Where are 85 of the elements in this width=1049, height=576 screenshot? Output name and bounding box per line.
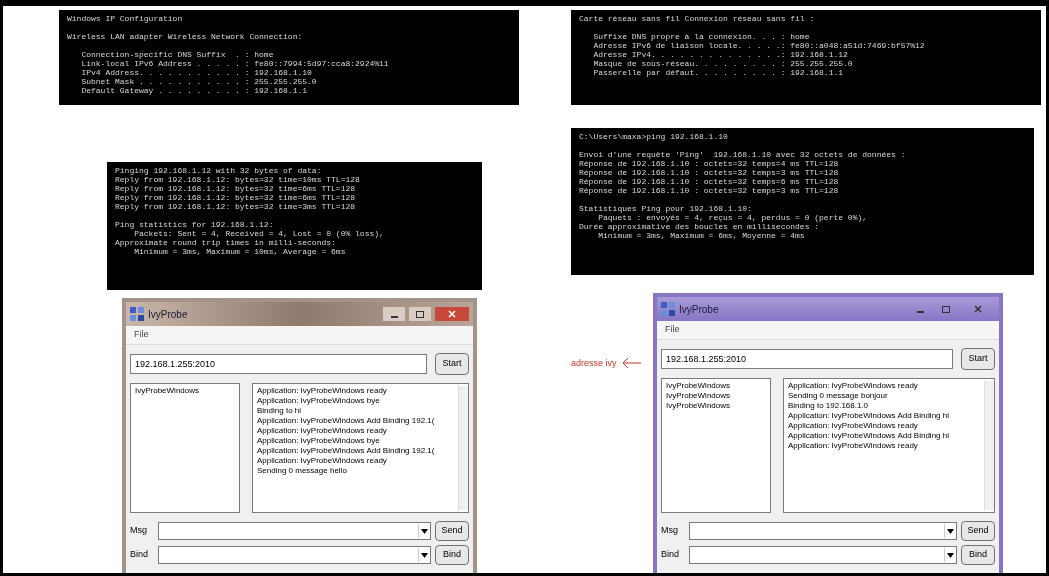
console-line: Reply from 192.168.1.12: bytes=32 time=6ms TTL=128 <box>115 184 357 193</box>
console-line: Passerelle par défaut. . . . . . . . . : 192.168.1.1 <box>592 68 845 77</box>
log-line: Application: IvyProbeWindows ready <box>257 425 388 436</box>
combo-box[interactable] <box>158 522 431 540</box>
console-line: Ping statistics for 192.168.1.12: <box>115 220 275 229</box>
log-line: Sending 0 message bonjour <box>788 390 889 401</box>
dropdown-arrow-icon[interactable] <box>418 548 430 562</box>
dropdown-arrow-icon[interactable] <box>944 524 956 538</box>
console-line: Reply from 192.168.1.12: bytes=32 time=6ms TTL=128 <box>115 193 357 202</box>
field-label: Bind <box>661 548 680 562</box>
log-line: Application: IvyProbeWindows ready <box>257 455 388 466</box>
log-line: Sending 0 message hello <box>257 465 348 476</box>
console-line: Carte réseau sans fil Connexion réseau sans fil : <box>579 14 816 23</box>
log-line: Application: IvyProbeWindows Add Binding hi <box>788 410 950 421</box>
console-line: Packets: Sent = 4, Received = 4, Lost = 0 (0% loss), <box>133 229 385 238</box>
app-logo-icon <box>661 302 675 316</box>
start-button[interactable]: Start <box>961 347 995 370</box>
agent-item[interactable]: IvyProbeWindows <box>666 390 766 401</box>
agent-item[interactable]: IvyProbeWindows <box>666 380 766 391</box>
combo-box[interactable] <box>158 546 431 564</box>
console-line: Minimum = 3ms, Maximum = 10ms, Average = 6ms <box>133 247 347 256</box>
app-logo-icon <box>130 307 144 321</box>
console-line: C:\Users\maxa>ping 192.168.1.10 <box>579 132 729 141</box>
log-line: Application: IvyProbeWindows ready <box>788 440 919 451</box>
console-line: IPv4 Address. . . . . . . . . . . : 192.168.1.10 <box>80 68 313 77</box>
console-line: Wireless LAN adapter Wireless Network Connection: <box>67 32 304 41</box>
console-line: Reply from 192.168.1.12: bytes=32 time=3ms TTL=128 <box>115 202 357 211</box>
console-line: Windows IP Configuration <box>67 14 184 23</box>
console-line: Réponse de 192.168.1.10 : octets=32 temps=3 ms TTL=128 <box>579 168 840 177</box>
field-label: Bind <box>130 548 149 562</box>
log-line: Application: IvyProbeWindows bye <box>257 395 381 406</box>
console-line: Réponse de 192.168.1.10 : octets=32 temps=4 ms TTL=128 <box>579 159 840 168</box>
console-line: Minimum = 3ms, Maximum = 6ms, Moyenne = 4ms <box>597 231 806 240</box>
scrollbar[interactable] <box>984 380 994 510</box>
log-line: Binding to hi <box>257 405 303 416</box>
console-line: Default Gateway . . . . . . . . . : 192.168.1.1 <box>80 86 309 95</box>
maximize-icon[interactable] <box>409 307 431 321</box>
menu-item[interactable]: File <box>130 328 153 342</box>
log-line: Application: IvyProbeWindows ready <box>257 385 388 396</box>
console-line: Link-local IPv6 Address . . . . . : fe80::7994:5d97:cca8:2924%11 <box>80 59 390 68</box>
log-line: Application: IvyProbeWindows ready <box>788 420 919 431</box>
action-button[interactable]: Send <box>435 521 469 541</box>
console-line: Suffixe DNS propre à la connexion. . . : home <box>592 32 811 41</box>
action-button[interactable]: Bind <box>961 545 995 565</box>
console-line: Envoi d'une requête 'Ping' 192.168.1.10 avec 32 octets de données : <box>579 150 907 159</box>
combo-box[interactable] <box>689 546 957 564</box>
console-line: Réponse de 192.168.1.10 : octets=32 temps=3 ms TTL=128 <box>579 186 840 195</box>
minimize-icon[interactable] <box>383 307 405 321</box>
menu-item[interactable]: File <box>661 323 684 337</box>
window-title: IvyProbe <box>679 302 720 317</box>
console-line: Subnet Mask . . . . . . . . . . . : 255.255.255.0 <box>80 77 318 86</box>
scrollbar[interactable] <box>458 385 468 510</box>
log-line: Application: IvyProbeWindows Add Binding hi <box>788 430 950 441</box>
console-line: Statistiques Ping pour 192.168.1.10: <box>579 204 753 213</box>
log-line: Application: IvyProbeWindows Add Binding 192.1( <box>257 445 436 456</box>
action-button[interactable]: Bind <box>435 545 469 565</box>
arrow-icon <box>620 357 641 369</box>
console-line: Pinging 192.168.1.12 with 32 bytes of data: <box>115 166 323 175</box>
log-line: Application: IvyProbeWindows ready <box>788 380 919 391</box>
address-field[interactable]: 192.168.1.255:2010 <box>130 353 427 374</box>
console-line: Masque de sous-réseau. . . . . . . . . : 255.255.255.0 <box>592 59 854 68</box>
console-line: Connection-specific DNS Suffix . : home <box>80 50 275 59</box>
dropdown-arrow-icon[interactable] <box>418 524 430 538</box>
console-line: Durée approximative des boucles en millisecondes : <box>579 222 821 231</box>
close-icon[interactable] <box>435 307 469 321</box>
field-label: Msg <box>661 524 679 538</box>
combo-box[interactable] <box>689 522 957 540</box>
action-button[interactable]: Send <box>961 521 995 541</box>
start-button[interactable]: Start <box>435 352 469 375</box>
window-title: IvyProbe <box>148 307 189 322</box>
console-line: Approximate round trip times in milli-seconds: <box>115 238 337 247</box>
log-line: Binding to 192.168.1.0 <box>788 400 870 411</box>
agent-item[interactable]: IvyProbeWindows <box>135 385 235 396</box>
console-line: Adresse IPv4. . . . . . . . . . . . . .: 192.168.1.12 <box>592 50 849 59</box>
console-line: Reply from 192.168.1.12: bytes=32 time=10ms TTL=128 <box>115 175 361 184</box>
log-line: Application: IvyProbeWindows Add Binding 192.1( <box>257 415 436 426</box>
annotation-label: adresse ivy <box>571 357 617 370</box>
console-line: Réponse de 192.168.1.10 : octets=32 temps=6 ms TTL=128 <box>579 177 840 186</box>
console-line: Adresse IPv6 de liaison locale. . . . .: fe80::a048:a51d:7469:bf57%12 <box>592 41 926 50</box>
address-field[interactable]: 192.168.1.255:2010 <box>661 348 953 369</box>
log-line: Application: IvyProbeWindows bye <box>257 435 381 446</box>
agent-item[interactable]: IvyProbeWindows <box>666 400 766 411</box>
field-label: Msg <box>130 524 148 538</box>
console-line: Paquets : envoyés = 4, reçus = 4, perdus = 0 (perte 0%), <box>597 213 869 222</box>
dropdown-arrow-icon[interactable] <box>944 548 956 562</box>
